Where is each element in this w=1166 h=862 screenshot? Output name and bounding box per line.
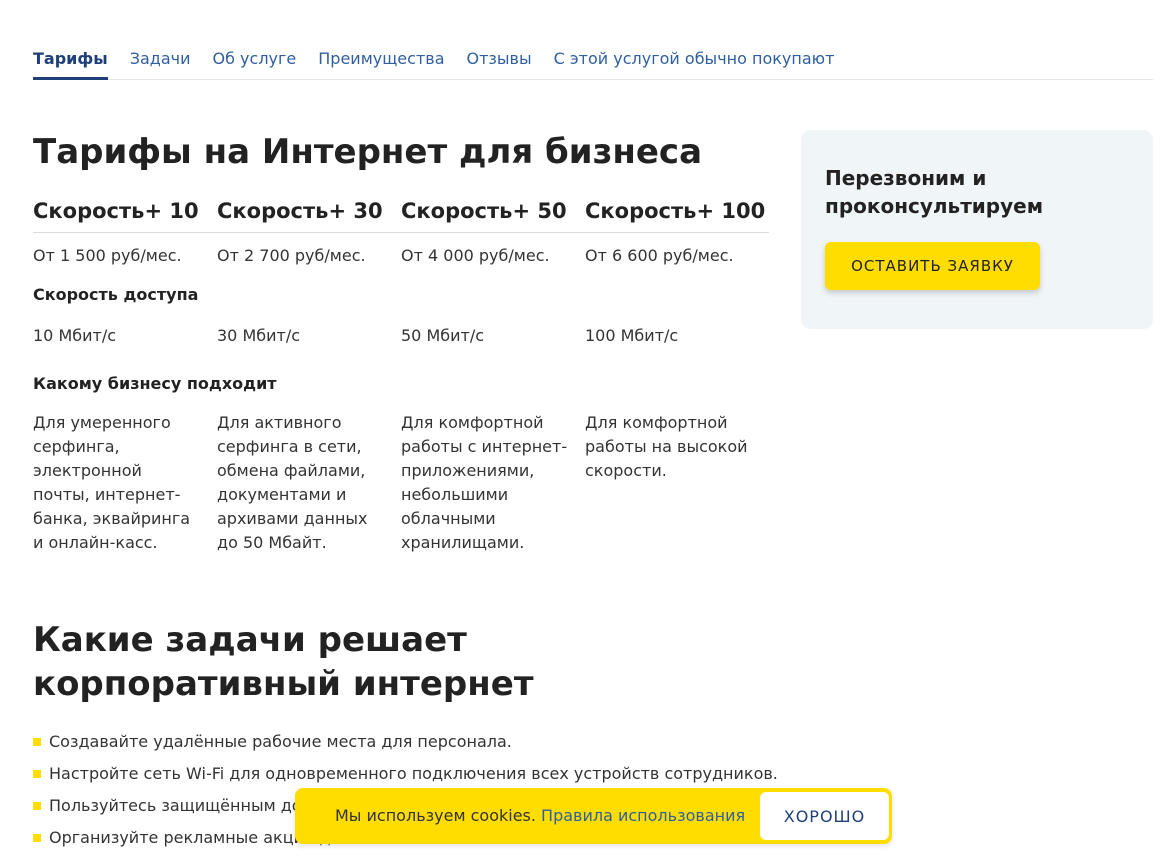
tariff-fit-row: Для умеренного серфинга, электронной поч… (33, 411, 769, 555)
tariff-speed: 30 Мбит/с (217, 326, 301, 345)
speed-section-label: Скорость доступа (33, 285, 199, 304)
cookie-banner: Мы используем cookies. Правила использов… (295, 788, 892, 844)
cookie-message: Мы используем cookies. Правила использов… (335, 805, 745, 827)
cookie-text: Мы используем cookies. (335, 806, 536, 825)
tab-tasks[interactable]: Задачи (130, 46, 191, 80)
list-item-text: Принимайте оплату от клиентов через онла… (49, 854, 506, 862)
tariffs-table: Скорость+ 10 Скорость+ 30 Скорость+ 50 С… (33, 196, 769, 555)
fit-section-label: Какому бизнесу подходит (33, 374, 277, 393)
cookie-accept-button[interactable]: ХОРОШО (760, 792, 889, 840)
bullet-icon (33, 738, 41, 746)
tab-reviews[interactable]: Отзывы (467, 46, 532, 80)
tasks-title: Какие задачи решает корпоративный интерн… (33, 620, 534, 704)
page-tabs: Тарифы Задачи Об услуге Преимущества Отз… (33, 46, 1153, 80)
list-item-text: Создавайте удалённые рабочие места для п… (49, 732, 512, 751)
list-item-text: Настройте сеть Wi-Fi для одновременного … (49, 764, 778, 783)
tariff-price: От 2 700 руб/мес. (217, 246, 366, 265)
tariff-fit-description: Для умеренного серфинга, электронной поч… (33, 413, 191, 552)
bullet-icon (33, 834, 41, 842)
tariff-fit-description: Для комфортной работы на высокой скорост… (585, 413, 748, 480)
tab-tariffs[interactable]: Тарифы (33, 46, 108, 80)
list-item: Настройте сеть Wi-Fi для одновременного … (33, 758, 933, 790)
tariff-speed: 50 Мбит/с (401, 326, 485, 345)
tariff-fit-description: Для комфортной работы с интернет-приложе… (401, 413, 568, 552)
leave-request-button[interactable]: ОСТАВИТЬ ЗАЯВКУ (825, 242, 1040, 290)
tab-advantages[interactable]: Преимущества (318, 46, 444, 80)
tariff-name: Скорость+ 100 (585, 199, 766, 223)
bullet-icon (33, 770, 41, 778)
tariff-name: Скорость+ 50 (401, 199, 567, 223)
tariffs-title: Тарифы на Интернет для бизнеса (33, 132, 703, 172)
tariff-speed: 100 Мбит/с (585, 326, 679, 345)
list-item: Создавайте удалённые рабочие места для п… (33, 726, 933, 758)
tariff-name: Скорость+ 30 (217, 199, 383, 223)
tariff-price: От 6 600 руб/мес. (585, 246, 734, 265)
cookie-rules-link[interactable]: Правила использования (541, 806, 745, 825)
tariff-speeds-row: 10 Мбит/с 30 Мбит/с 50 Мбит/с 100 Мбит/с (33, 324, 769, 363)
tab-also-bought[interactable]: С этой услугой обычно покупают (554, 46, 835, 80)
tariff-name: Скорость+ 10 (33, 199, 199, 223)
list-item: Принимайте оплату от клиентов через онла… (33, 854, 933, 862)
bullet-icon (33, 802, 41, 810)
callback-card: Перезвоним и проконсультируем ОСТАВИТЬ З… (801, 130, 1153, 329)
tariff-prices-row: От 1 500 руб/мес. От 2 700 руб/мес. От 4… (33, 244, 769, 274)
tariff-speed: 10 Мбит/с (33, 326, 117, 345)
tariff-price: От 4 000 руб/мес. (401, 246, 550, 265)
tariff-price: От 1 500 руб/мес. (33, 246, 182, 265)
callback-title: Перезвоним и проконсультируем (825, 166, 1044, 218)
tariff-names-row: Скорость+ 10 Скорость+ 30 Скорость+ 50 С… (33, 196, 769, 233)
tab-about[interactable]: Об услуге (213, 46, 297, 80)
tariff-fit-description: Для активного серфинга в сети, обмена фа… (217, 413, 368, 552)
